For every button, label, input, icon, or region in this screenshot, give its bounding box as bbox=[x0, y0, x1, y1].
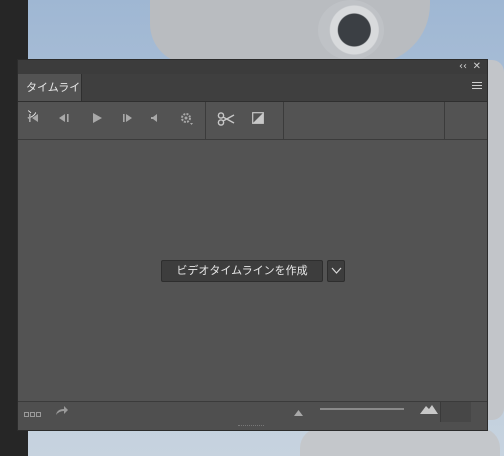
next-frame-icon[interactable] bbox=[120, 112, 136, 128]
panel-header[interactable]: ‹‹ ✕ bbox=[18, 60, 487, 74]
zoom-slider[interactable] bbox=[320, 408, 404, 410]
tab-timeline[interactable]: タイムライン bbox=[18, 74, 82, 121]
timeline-panel: ‹‹ ✕ タイムライン ビデオタイムラインを作成 bbox=[17, 59, 488, 431]
go-to-first-frame-icon[interactable] bbox=[26, 112, 42, 128]
aircraft-image bbox=[150, 0, 430, 64]
timeline-footer bbox=[18, 401, 487, 430]
create-video-timeline-button[interactable]: ビデオタイムラインを作成 bbox=[161, 260, 323, 282]
play-icon[interactable] bbox=[89, 112, 105, 128]
settings-icon[interactable] bbox=[179, 112, 195, 128]
transition-icon[interactable] bbox=[250, 112, 266, 128]
aircraft-tail-image bbox=[300, 428, 500, 456]
create-timeline-dropdown[interactable] bbox=[327, 260, 345, 282]
tab-bar: タイムライン bbox=[18, 74, 487, 121]
footer-spacer-box bbox=[440, 402, 471, 422]
chevron-down-icon bbox=[331, 267, 342, 274]
scissors-icon[interactable] bbox=[217, 112, 235, 128]
zoom-in-icon[interactable] bbox=[420, 404, 438, 417]
resize-grip[interactable] bbox=[238, 425, 264, 430]
toolbar-divider bbox=[283, 102, 284, 139]
close-panel-button[interactable]: ✕ bbox=[473, 60, 481, 74]
panel-menu-icon[interactable] bbox=[472, 82, 482, 91]
audio-icon[interactable] bbox=[147, 112, 163, 128]
frame-mode-icon[interactable] bbox=[24, 408, 42, 421]
toolbar-divider bbox=[205, 102, 206, 139]
previous-frame-icon[interactable] bbox=[56, 112, 72, 128]
toolbar-divider bbox=[444, 102, 445, 139]
timeline-toolbar bbox=[18, 102, 487, 140]
render-video-icon[interactable] bbox=[55, 404, 69, 419]
zoom-out-icon[interactable] bbox=[294, 406, 303, 419]
aircraft-engine-image bbox=[318, 0, 384, 60]
collapse-panel-button[interactable]: ‹‹ bbox=[459, 60, 467, 74]
